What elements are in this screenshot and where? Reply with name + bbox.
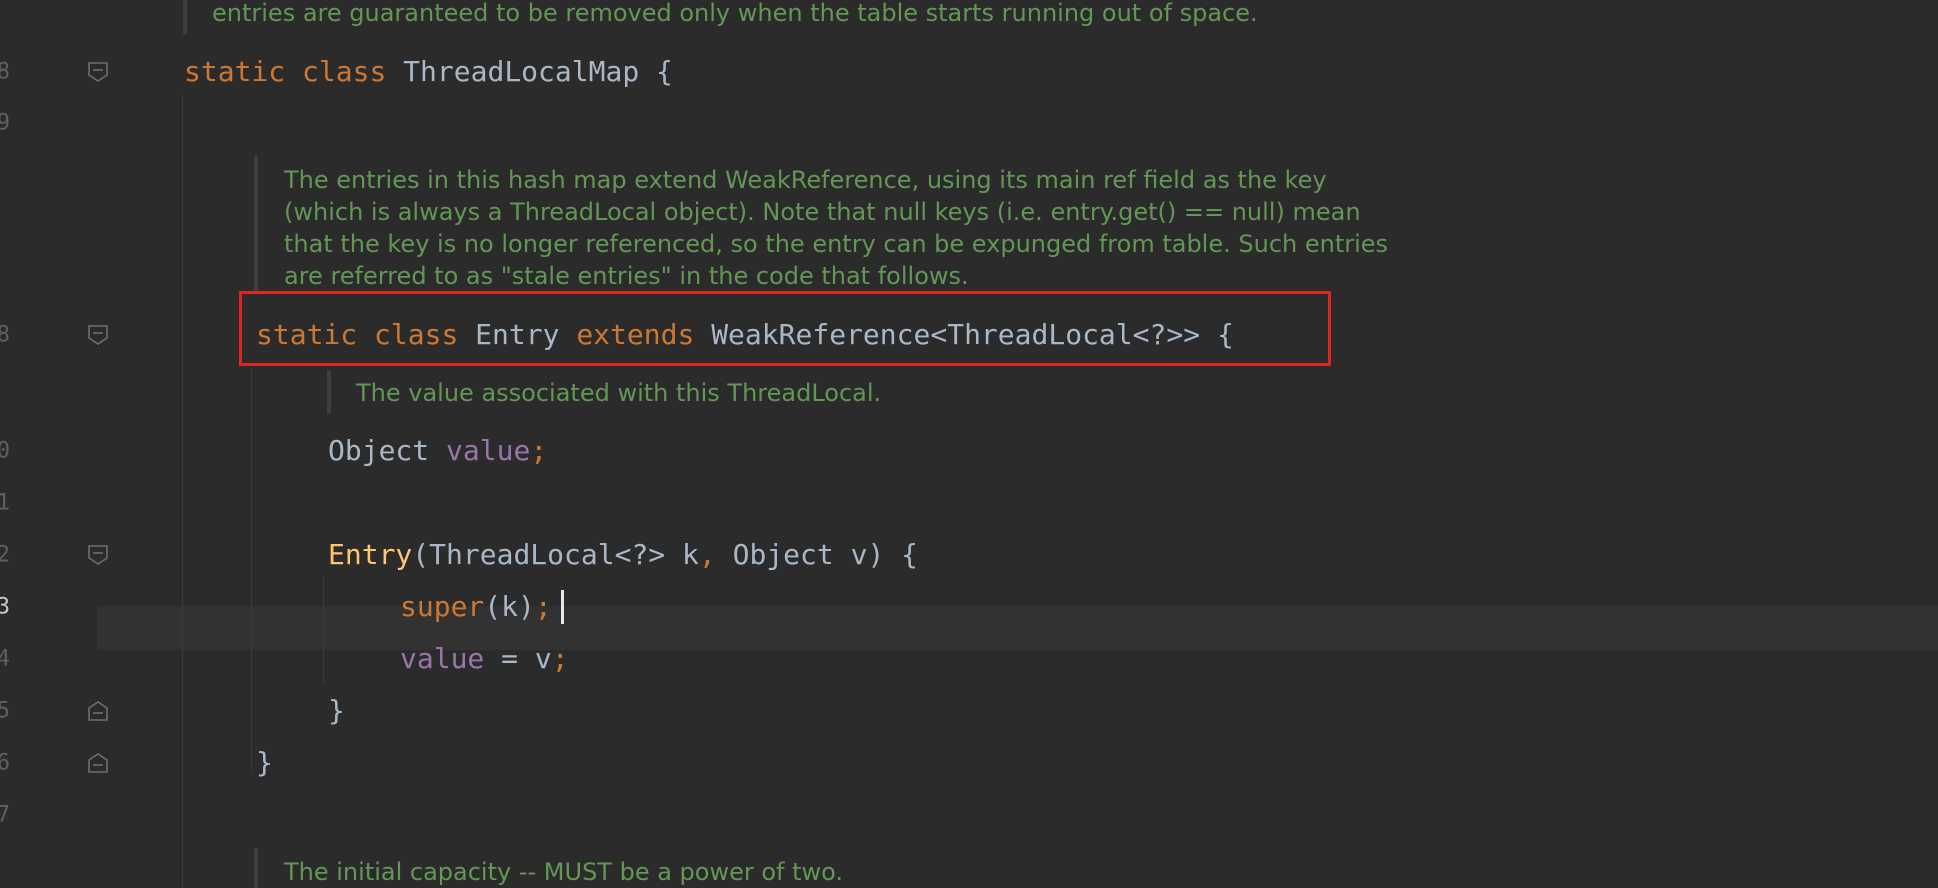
- line-number: 1: [0, 490, 10, 516]
- text-caret: [561, 590, 564, 624]
- keyword-super: super: [400, 590, 485, 623]
- fold-open-icon[interactable]: [87, 544, 109, 566]
- doc-comment-bar: [183, 0, 187, 34]
- field-name: value: [400, 642, 485, 675]
- code-line-close-entry: }: [256, 749, 273, 777]
- class-name: ThreadLocalMap: [403, 55, 640, 88]
- code-line-class-decl: static class ThreadLocalMap {: [184, 58, 673, 86]
- fold-close-icon[interactable]: [87, 752, 109, 774]
- line-number: 7: [0, 802, 10, 828]
- semicolon: ;: [551, 642, 569, 675]
- indent-guide: [323, 578, 324, 683]
- code-line-super-call: super(k);: [400, 593, 552, 621]
- fold-open-icon[interactable]: [87, 61, 109, 83]
- code-line-assignment: value = v;: [400, 645, 569, 673]
- doc-comment-line: (which is always a ThreadLocal object). …: [284, 198, 1361, 226]
- indent-guide: [182, 95, 183, 888]
- close-brace: }: [328, 694, 345, 727]
- fold-open-icon[interactable]: [87, 324, 109, 346]
- comma: ,: [698, 538, 716, 571]
- parameters: Object v) {: [715, 538, 919, 571]
- line-number: 5: [0, 698, 10, 724]
- doc-comment-line: The entries in this hash map extend Weak…: [284, 166, 1327, 194]
- code-line-constructor: Entry(ThreadLocal<?> k, Object v) {: [328, 541, 918, 569]
- semicolon: ;: [530, 434, 548, 467]
- doc-comment-bar: [327, 370, 331, 414]
- method-name: Entry: [328, 538, 413, 571]
- field-name: value: [446, 434, 531, 467]
- doc-comment-line: that the key is no longer referenced, so…: [284, 230, 1389, 258]
- line-number: 8: [0, 322, 10, 348]
- indent-guide: [251, 370, 252, 770]
- doc-comment-line: are referred to as "stale entries" in th…: [284, 262, 969, 290]
- close-brace: }: [256, 746, 273, 779]
- doc-comment-bar: [254, 156, 258, 294]
- doc-comment: The initial capacity -- MUST be a power …: [284, 858, 844, 886]
- code-editor[interactable]: 8 9 8 0 1 2 3 4 5 6 7 entries are guaran…: [0, 0, 1938, 888]
- line-number: 4: [0, 646, 10, 672]
- line-number: 9: [0, 110, 10, 136]
- keyword-static: static: [184, 55, 286, 88]
- highlight-annotation-box: [239, 291, 1331, 366]
- open-brace: {: [656, 55, 673, 88]
- code-line-field-decl: Object value;: [328, 437, 547, 465]
- assignment: = v: [484, 642, 552, 675]
- line-number: 6: [0, 750, 10, 776]
- line-number-current: 3: [0, 594, 10, 620]
- arguments: (k): [484, 590, 535, 623]
- fold-close-icon[interactable]: [87, 700, 109, 722]
- line-number: 0: [0, 438, 10, 464]
- current-line-highlight: [97, 606, 1938, 650]
- keyword-class: class: [302, 55, 387, 88]
- semicolon: ;: [534, 590, 552, 623]
- doc-comment: entries are guaranteed to be removed onl…: [212, 0, 1258, 27]
- code-line-close-constructor: }: [328, 697, 345, 725]
- line-number: 8: [0, 59, 10, 85]
- parameters: (ThreadLocal<?> k: [412, 538, 699, 571]
- type-name: Object: [328, 434, 430, 467]
- doc-comment: The value associated with this ThreadLoc…: [356, 379, 882, 407]
- doc-comment-bar: [254, 848, 258, 888]
- line-number: 2: [0, 542, 10, 568]
